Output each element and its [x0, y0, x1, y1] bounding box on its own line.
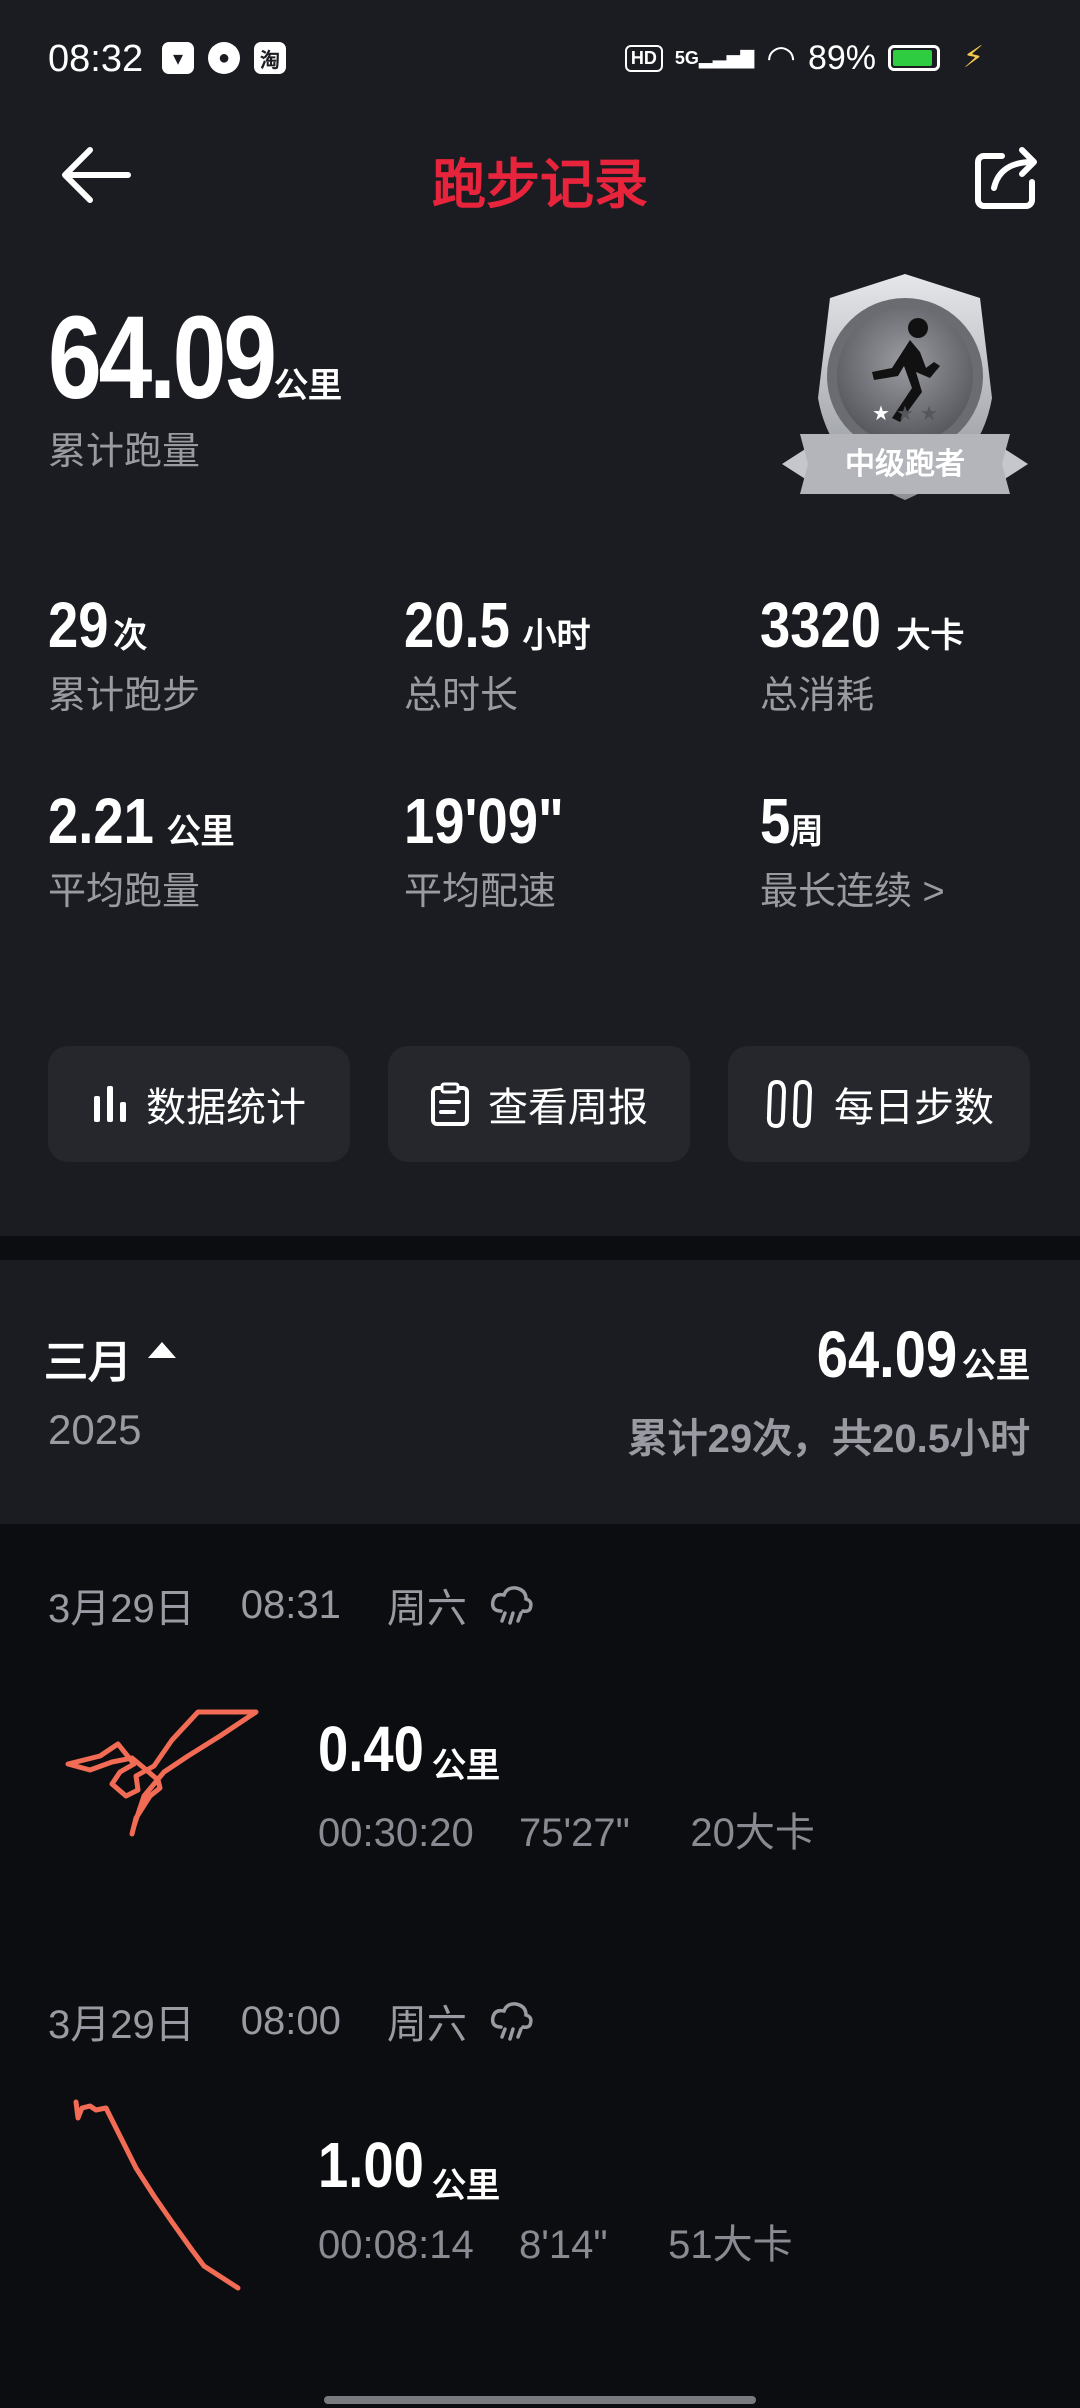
battery-icon: [888, 45, 940, 71]
route-map[interactable]: [60, 2096, 260, 2296]
month-summary: 三月 2025 64.09 公里 累计29次，共20.5小时: [0, 1260, 1080, 1524]
stat-longest-streak[interactable]: 5周 最长连续 >: [760, 784, 945, 915]
runner-level-badge[interactable]: ★ ★ ★ 中级跑者: [780, 268, 1030, 508]
month-summary-text: 累计29次，共20.5小时: [627, 1417, 1030, 1461]
signal-icon: 5G▂▃▅▇: [674, 47, 755, 68]
route-map[interactable]: [60, 1700, 260, 1850]
share-icon[interactable]: [972, 142, 1042, 212]
svg-text:★: ★: [872, 403, 890, 425]
stat-run-count: 29 次 累计跑步: [48, 589, 201, 717]
stat-total-duration: 20.5 小时 总时长: [404, 589, 591, 717]
record-header: 3月29日 08:00 周六: [48, 1992, 533, 2050]
clipboard-icon: [431, 1082, 469, 1126]
status-bar: 08:32 ▾ ● 淘 HD 5G▂▃▅▇ ◠ 89% ⚡: [0, 0, 1080, 120]
page-title: 跑步记录: [432, 155, 648, 215]
footprints-icon: [766, 1080, 813, 1128]
svg-text:★: ★: [896, 403, 914, 425]
record-distance-unit: 公里: [432, 2167, 500, 2205]
record-details: 00:30:20 75'27" 20大卡: [318, 1811, 815, 1855]
hd-icon: HD: [624, 44, 663, 72]
record-distance: 0.40: [318, 1713, 424, 1785]
month-year: 2025: [48, 1406, 142, 1453]
notification-icon: ▾: [162, 42, 194, 74]
data-statistics-label: 数据统计: [146, 1086, 306, 1130]
record-header: 3月29日 08:31 周六: [48, 1576, 533, 1634]
stat-average-distance: 2.21 公里 平均跑量: [48, 785, 235, 913]
charging-icon: ⚡: [962, 41, 984, 74]
bar-chart-icon: [94, 1086, 126, 1122]
total-distance: 64.09: [48, 292, 277, 424]
record-details: 00:08:14 8'14" 51大卡: [318, 2223, 793, 2267]
weekly-report-button[interactable]: 查看周报: [388, 1046, 690, 1162]
wechat-icon: ●: [208, 42, 240, 74]
record-distance: 1.00: [318, 2129, 424, 2201]
battery-percent: 89%: [807, 38, 876, 77]
taobao-icon: 淘: [254, 42, 286, 74]
section-divider: [0, 1236, 1080, 1260]
daily-steps-button[interactable]: 每日步数: [728, 1046, 1030, 1162]
rain-cloud-icon: [490, 1586, 533, 1625]
svg-text:★: ★: [920, 403, 938, 425]
stat-total-calories: 3320 大卡 总消耗: [760, 589, 965, 717]
daily-steps-label: 每日步数: [834, 1086, 994, 1130]
rain-cloud-icon: [490, 2002, 533, 2041]
home-indicator[interactable]: [324, 2396, 756, 2404]
status-time: 08:32: [48, 38, 144, 80]
month-distance: 64.09 公里: [817, 1317, 1030, 1391]
caret-up-icon[interactable]: [148, 1342, 176, 1358]
total-distance-label: 累计跑量: [48, 431, 201, 473]
data-statistics-button[interactable]: 数据统计: [48, 1046, 350, 1162]
wifi-icon: ◠: [766, 39, 796, 77]
record-distance-unit: 公里: [432, 1747, 500, 1785]
month-selector[interactable]: 三月: [44, 1326, 132, 1390]
weekly-report-label: 查看周报: [488, 1086, 648, 1130]
badge-label: 中级跑者: [845, 448, 965, 481]
total-distance-unit: 公里: [274, 367, 342, 405]
stat-average-pace: 19'09" 平均配速: [404, 785, 564, 913]
